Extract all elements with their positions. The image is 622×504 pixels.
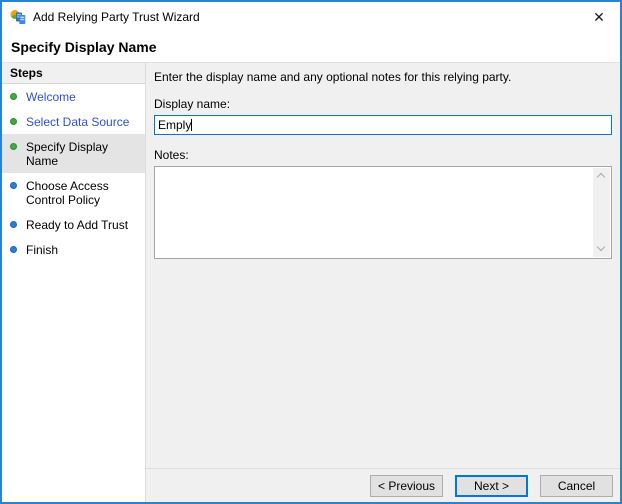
step-completed-bullet-icon — [10, 93, 17, 100]
display-name-value: Emply — [158, 118, 192, 132]
next-button[interactable]: Next > — [455, 474, 528, 497]
step-current-bullet-icon — [10, 143, 17, 150]
adfs-wizard-icon — [10, 9, 26, 25]
steps-sidebar: Steps Welcome Select Data Source Specify… — [2, 63, 146, 502]
notes-label: Notes: — [154, 148, 189, 162]
content-area: Enter the display name and any optional … — [146, 63, 620, 468]
step-upcoming-bullet-icon — [10, 182, 17, 189]
notes-scrollbar[interactable] — [593, 168, 610, 257]
step-choose-access-control-policy[interactable]: Choose Access Control Policy — [2, 173, 145, 212]
chevron-up-icon[interactable] — [593, 168, 610, 185]
step-welcome[interactable]: Welcome — [2, 84, 145, 109]
steps-header: Steps — [2, 63, 145, 84]
main-panel: Enter the display name and any optional … — [146, 63, 620, 502]
display-name-label: Display name: — [154, 97, 231, 111]
close-icon[interactable]: ✕ — [587, 6, 611, 28]
display-name-input[interactable]: Emply — [154, 115, 612, 135]
step-completed-bullet-icon — [10, 118, 17, 125]
wizard-body: Steps Welcome Select Data Source Specify… — [2, 62, 620, 502]
step-specify-display-name[interactable]: Specify Display Name — [2, 134, 145, 173]
chevron-down-icon[interactable] — [593, 240, 610, 257]
step-upcoming-bullet-icon — [10, 221, 17, 228]
page-title: Specify Display Name — [2, 32, 620, 62]
step-finish[interactable]: Finish — [2, 237, 145, 262]
title-bar: Add Relying Party Trust Wizard ✕ — [2, 2, 620, 32]
button-bar: < Previous Next > Cancel — [146, 468, 620, 502]
wizard-window: Add Relying Party Trust Wizard ✕ Specify… — [0, 0, 622, 504]
notes-textarea[interactable] — [154, 166, 612, 259]
window-title: Add Relying Party Trust Wizard — [33, 10, 200, 24]
text-caret — [191, 119, 193, 131]
step-select-data-source[interactable]: Select Data Source — [2, 109, 145, 134]
step-ready-to-add-trust[interactable]: Ready to Add Trust — [2, 212, 145, 237]
cancel-button[interactable]: Cancel — [540, 474, 613, 497]
previous-button[interactable]: < Previous — [370, 474, 443, 497]
step-upcoming-bullet-icon — [10, 246, 17, 253]
instruction-text: Enter the display name and any optional … — [154, 70, 512, 84]
